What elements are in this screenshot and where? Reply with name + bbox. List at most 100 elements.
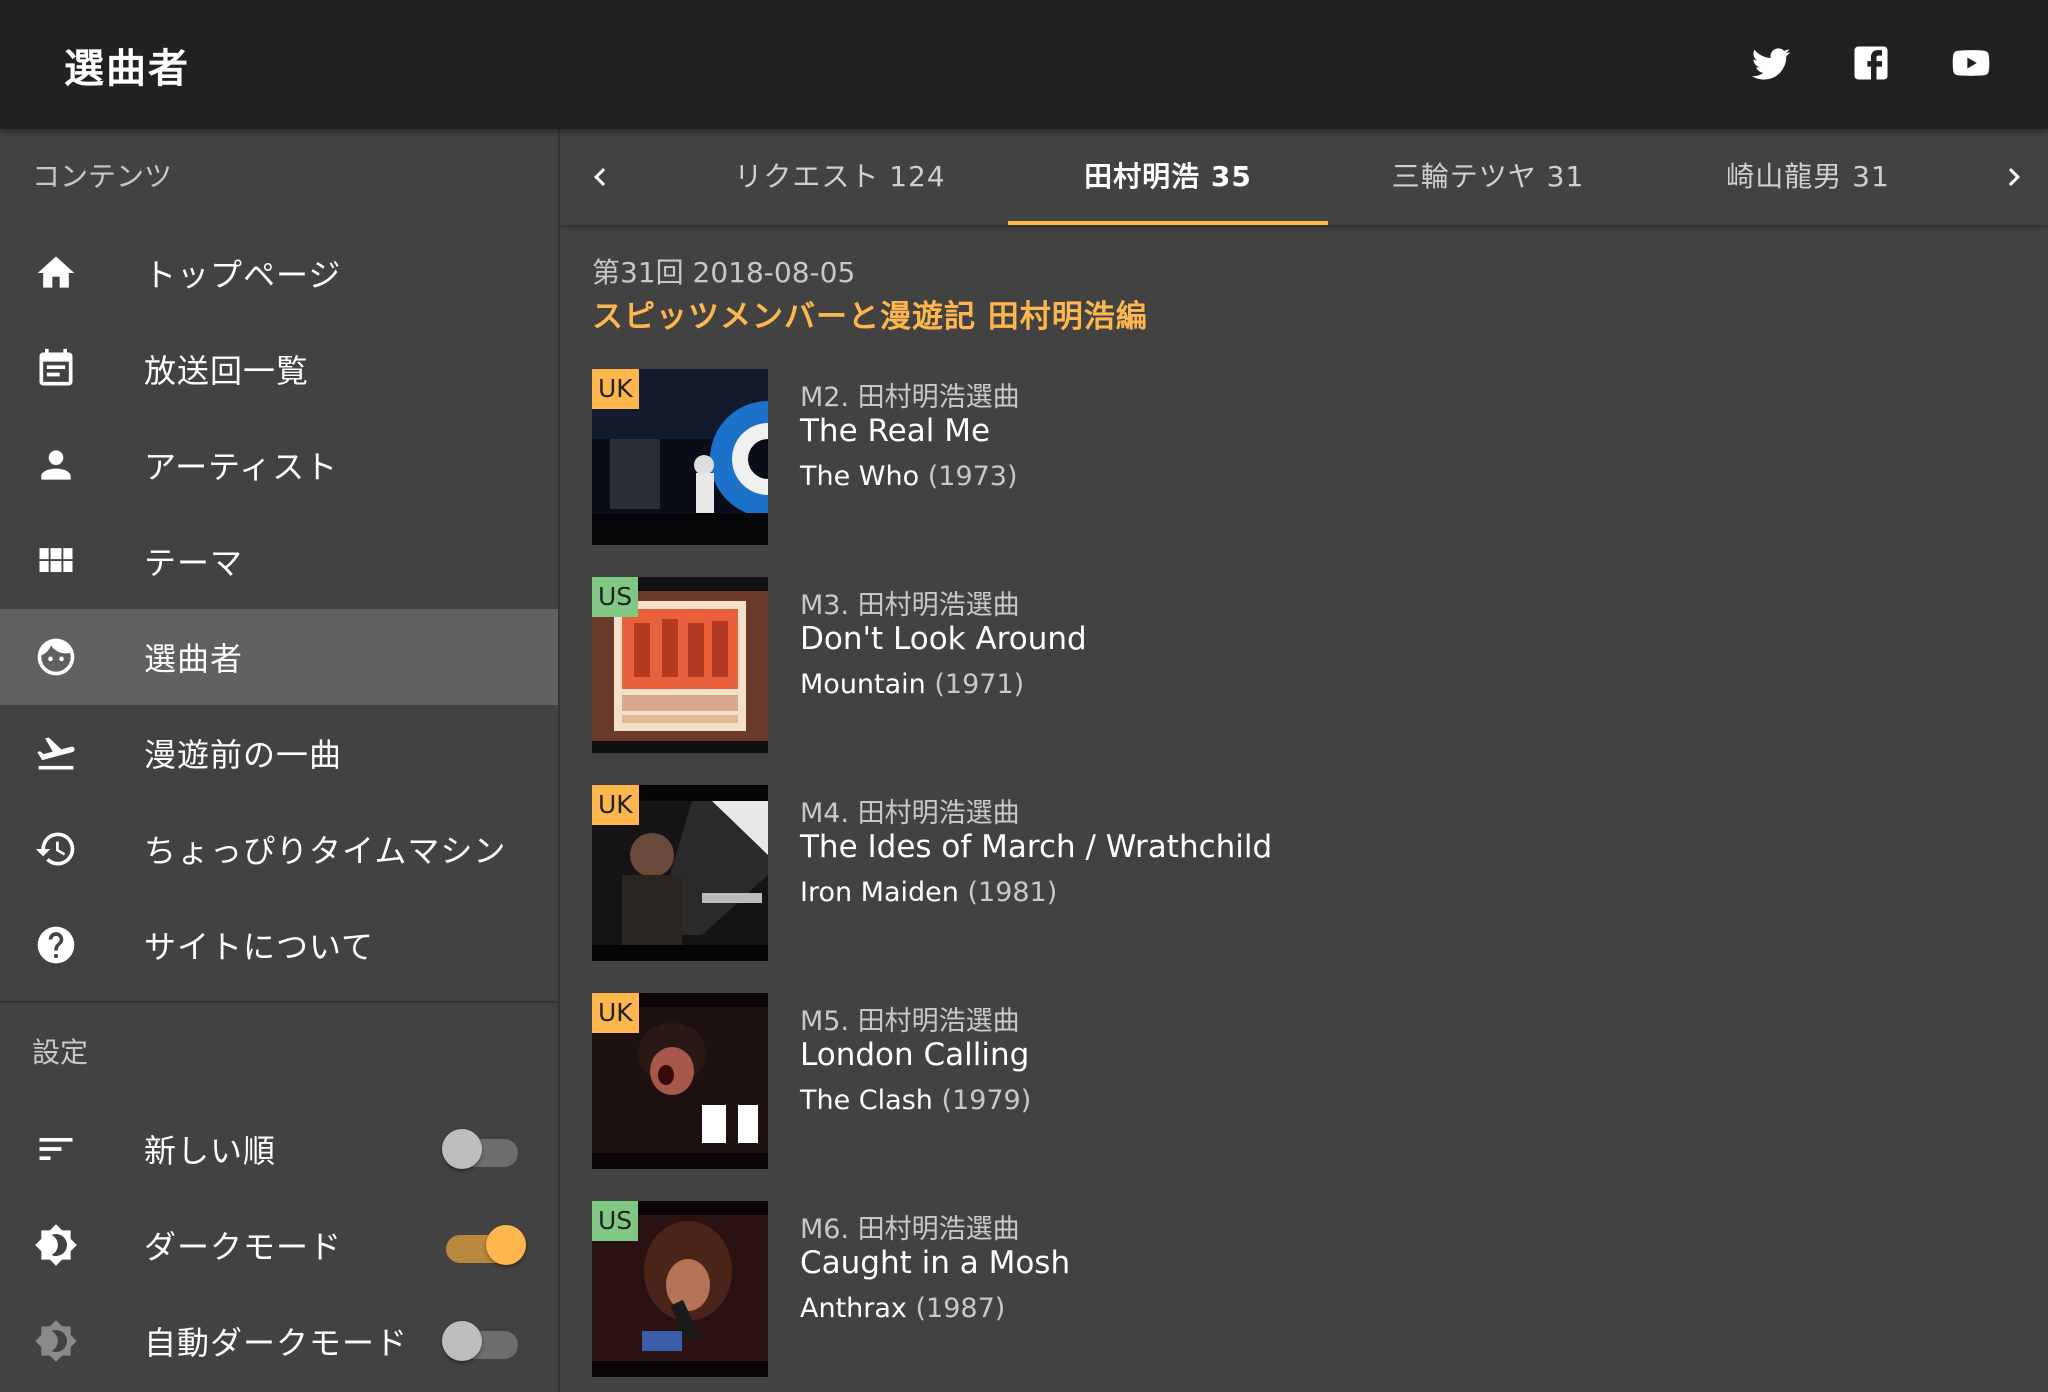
track-selection-label: M4. 田村明浩選曲 bbox=[800, 798, 1020, 829]
setting-label: ダークモード bbox=[144, 1228, 343, 1266]
nav-item-label: 選曲者 bbox=[144, 640, 244, 678]
track-selection-label: M3. 田村明浩選曲 bbox=[800, 590, 1020, 621]
twitter-icon bbox=[1751, 48, 1791, 80]
facebook-button[interactable] bbox=[1848, 36, 1894, 90]
country-badge: UK bbox=[592, 369, 639, 409]
social-links bbox=[1748, 36, 1994, 90]
track-thumbnail[interactable]: US bbox=[592, 577, 768, 753]
contents-subheader: コンテンツ bbox=[32, 160, 173, 193]
dark-mode-toggle[interactable] bbox=[446, 1225, 526, 1265]
youtube-icon bbox=[1952, 50, 1990, 76]
facebook-icon bbox=[1854, 46, 1888, 80]
track-artist[interactable]: Iron Maiden bbox=[800, 877, 959, 908]
main-content: リクエスト 124 田村明浩 35 三輪テツヤ 31 崎山龍男 31 第31回 … bbox=[560, 129, 2048, 1392]
nav-item-label: テーマ bbox=[144, 544, 244, 582]
newest-first-toggle[interactable] bbox=[442, 1129, 518, 1169]
track-title: London Calling bbox=[800, 1037, 1030, 1073]
tab-sakiyama[interactable]: 崎山龍男 31 bbox=[1648, 129, 1968, 225]
nav-item-label: サイトについて bbox=[144, 928, 375, 966]
track-artist-line: Anthrax (1987) bbox=[800, 1293, 1005, 1324]
nav-item-label: トップページ bbox=[144, 256, 342, 294]
youtube-button[interactable] bbox=[1948, 36, 1994, 90]
track-artist-line: The Who (1973) bbox=[800, 461, 1018, 492]
setting-newest-first[interactable]: 新しい順 bbox=[0, 1101, 558, 1197]
track-thumbnail[interactable]: UK bbox=[592, 785, 768, 961]
track-artist[interactable]: Mountain bbox=[800, 669, 926, 700]
nav-item-time-machine[interactable]: ちょっぴりタイムマシン bbox=[0, 801, 558, 897]
track-item[interactable]: UK M2. 田村明浩選曲 The Real Me The Who (1973) bbox=[592, 369, 1992, 545]
nav-item-pre-trip-song[interactable]: 漫遊前の一曲 bbox=[0, 705, 558, 801]
face-icon bbox=[28, 633, 84, 681]
track-artist[interactable]: Anthrax bbox=[800, 1293, 907, 1324]
nav-item-artists[interactable]: アーティスト bbox=[0, 417, 558, 513]
track-item[interactable]: UK M5. 田村明浩選曲 London Calling The Clash (… bbox=[592, 993, 1992, 1169]
drawer-divider bbox=[0, 1001, 558, 1003]
track-selection-label: M2. 田村明浩選曲 bbox=[800, 382, 1020, 413]
track-year: (1971) bbox=[934, 669, 1025, 700]
sort-icon bbox=[28, 1125, 84, 1173]
twitter-button[interactable] bbox=[1748, 36, 1794, 90]
nav-item-about[interactable]: サイトについて bbox=[0, 897, 558, 993]
episode-date: 第31回 2018-08-05 bbox=[592, 256, 856, 289]
nav-item-themes[interactable]: テーマ bbox=[0, 513, 558, 609]
track-selection-label: M6. 田村明浩選曲 bbox=[800, 1214, 1020, 1245]
track-thumbnail[interactable]: UK bbox=[592, 369, 768, 545]
track-artist-line: Mountain (1971) bbox=[800, 669, 1024, 700]
track-title: The Real Me bbox=[800, 413, 991, 449]
track-artist-line: Iron Maiden (1981) bbox=[800, 877, 1057, 908]
track-title: Caught in a Mosh bbox=[800, 1245, 1071, 1281]
nav-item-selectors[interactable]: 選曲者 bbox=[0, 609, 558, 705]
track-thumbnail[interactable]: UK bbox=[592, 993, 768, 1169]
track-artist[interactable]: The Who bbox=[800, 461, 919, 492]
tab-request[interactable]: リクエスト 124 bbox=[680, 129, 1000, 225]
tabs-next-button[interactable] bbox=[1990, 153, 2038, 201]
track-year: (1981) bbox=[967, 877, 1058, 908]
nav-item-label: 漫遊前の一曲 bbox=[144, 736, 343, 774]
setting-dark-mode[interactable]: ダークモード bbox=[0, 1197, 558, 1293]
airplane-takeoff-icon bbox=[28, 729, 84, 777]
app-bar: 選曲者 bbox=[0, 0, 2048, 129]
person-icon bbox=[28, 441, 84, 489]
grid-icon bbox=[28, 537, 84, 585]
tab-miwa[interactable]: 三輪テツヤ 31 bbox=[1328, 129, 1648, 225]
country-badge: UK bbox=[592, 785, 639, 825]
track-thumbnail[interactable]: US bbox=[592, 1201, 768, 1377]
settings-subheader: 設定 bbox=[32, 1036, 89, 1069]
brightness-icon bbox=[28, 1221, 84, 1269]
nav-item-episode-list[interactable]: 放送回一覧 bbox=[0, 321, 558, 417]
home-icon bbox=[28, 249, 84, 297]
history-icon bbox=[28, 825, 84, 873]
track-item[interactable]: US M3. 田村明浩選曲 Don't Look Around Mountain… bbox=[592, 577, 1992, 753]
track-artist[interactable]: The Clash bbox=[800, 1085, 933, 1116]
episode-title[interactable]: スピッツメンバーと漫遊記 田村明浩編 bbox=[592, 291, 1148, 336]
tabs-prev-button[interactable] bbox=[576, 153, 624, 201]
tab-tamura[interactable]: 田村明浩 35 bbox=[1008, 129, 1328, 225]
chevron-right-icon bbox=[2008, 168, 2020, 186]
track-year: (1973) bbox=[927, 461, 1018, 492]
setting-label: 新しい順 bbox=[144, 1132, 277, 1170]
nav-item-label: アーティスト bbox=[144, 448, 339, 486]
nav-item-label: ちょっぴりタイムマシン bbox=[144, 832, 507, 870]
chevron-left-icon bbox=[594, 168, 606, 186]
track-title: Don't Look Around bbox=[800, 621, 1087, 657]
help-icon bbox=[28, 921, 84, 969]
country-badge: US bbox=[592, 1201, 639, 1241]
setting-label: 自動ダークモード bbox=[144, 1324, 409, 1362]
country-badge: UK bbox=[592, 993, 639, 1033]
auto-brightness-icon bbox=[28, 1317, 84, 1365]
auto-dark-mode-toggle[interactable] bbox=[442, 1321, 518, 1361]
track-item[interactable]: US M6. 田村明浩選曲 Caught in a Mosh Anthrax (… bbox=[592, 1201, 1992, 1377]
country-badge: US bbox=[592, 577, 639, 617]
track-year: (1987) bbox=[915, 1293, 1006, 1324]
track-selection-label: M5. 田村明浩選曲 bbox=[800, 1006, 1020, 1037]
app-title[interactable]: 選曲者 bbox=[64, 36, 190, 94]
nav-item-label: 放送回一覧 bbox=[144, 352, 310, 390]
calendar-list-icon bbox=[28, 345, 84, 393]
navigation-drawer: コンテンツ トップページ 放送回一覧 アーティスト テーマ 選曲者 漫遊前の一曲… bbox=[0, 129, 560, 1392]
track-year: (1979) bbox=[941, 1085, 1032, 1116]
track-title: The Ides of March / Wrathchild bbox=[800, 829, 1273, 865]
nav-item-top-page[interactable]: トップページ bbox=[0, 225, 558, 321]
track-item[interactable]: UK M4. 田村明浩選曲 The Ides of March / Wrathc… bbox=[592, 785, 1992, 961]
selector-tabs: リクエスト 124 田村明浩 35 三輪テツヤ 31 崎山龍男 31 bbox=[560, 129, 2048, 225]
setting-auto-dark-mode[interactable]: 自動ダークモード bbox=[0, 1293, 558, 1389]
